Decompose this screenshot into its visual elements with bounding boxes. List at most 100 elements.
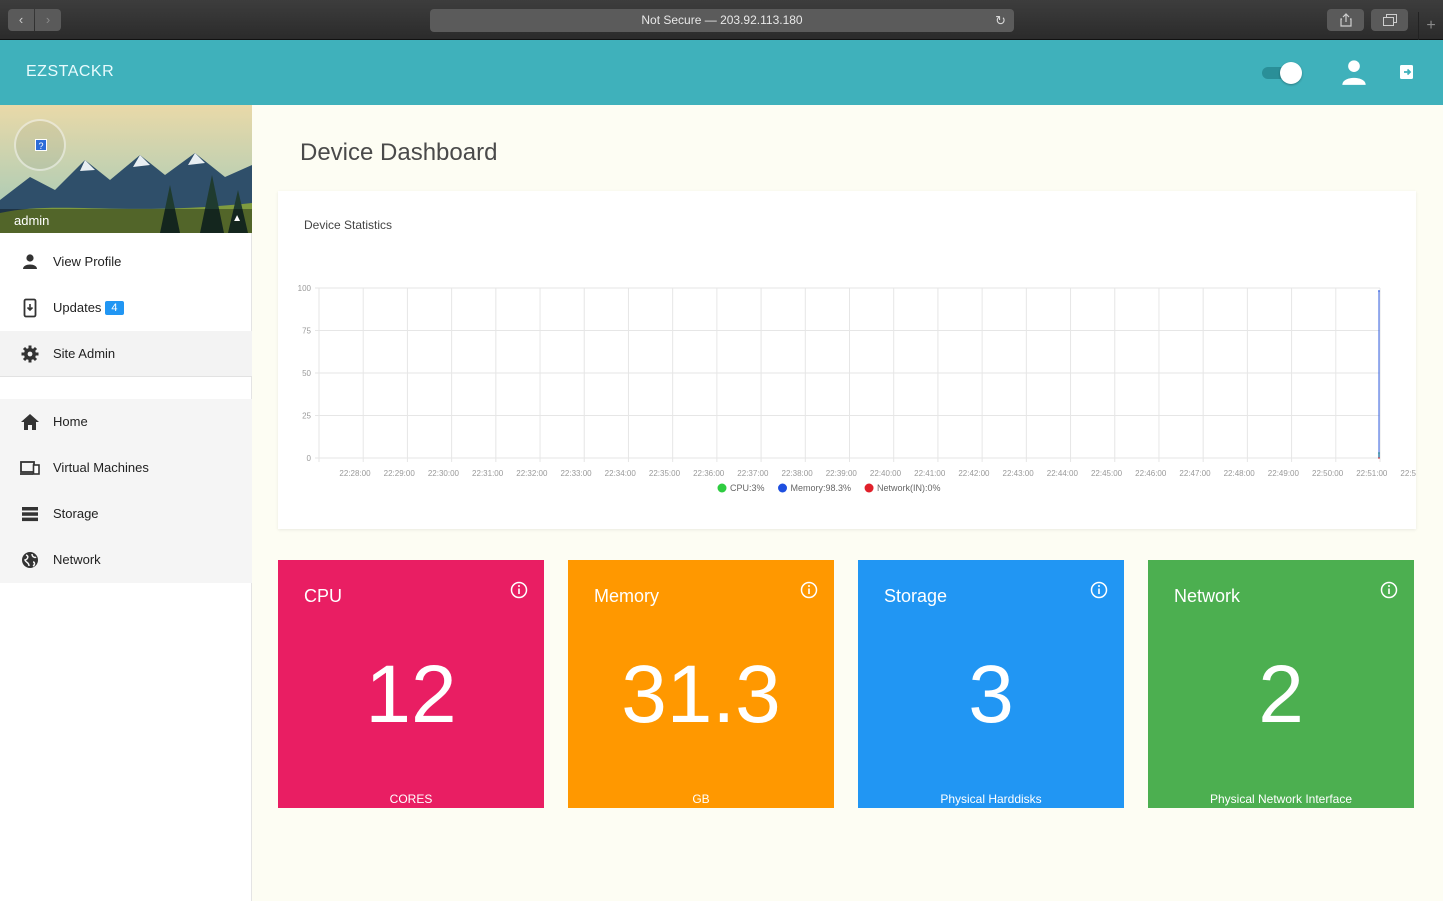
tile-title: CPU xyxy=(304,586,343,606)
data-point xyxy=(1378,457,1380,459)
app-header: EZSTACKR xyxy=(0,40,1443,105)
toggle-knob xyxy=(1280,62,1302,84)
profile-username: admin xyxy=(14,213,50,228)
x-tick-label: 22:47:00 xyxy=(1179,469,1211,478)
phone-update-icon xyxy=(23,298,37,318)
profile-user-bar[interactable]: admin ▲ xyxy=(0,209,252,233)
sidebar-item-label: View Profile xyxy=(53,254,122,269)
avatar[interactable]: ? xyxy=(14,119,66,171)
chart-title: Device Statistics xyxy=(304,218,393,232)
tile-title: Network xyxy=(1174,586,1241,606)
x-tick-label: 22:30:00 xyxy=(428,469,460,478)
legend-marker xyxy=(864,483,874,493)
page-title: Device Dashboard xyxy=(300,139,498,166)
sidebar-item-updates[interactable]: Updates 4 xyxy=(0,285,252,331)
tabs-icon xyxy=(1382,14,1397,26)
x-tick-label: 22:41:00 xyxy=(914,469,946,478)
x-tick-label: 22:50:00 xyxy=(1312,469,1344,478)
x-tick-label: 22:44:00 xyxy=(1047,469,1079,478)
browser-toolbar: ‹ › Not Secure — 203.92.113.180 ↻ + xyxy=(0,0,1443,901)
x-tick-label: 22:52:00 xyxy=(1400,469,1416,478)
url-text: Not Secure — 203.92.113.180 xyxy=(641,13,803,27)
info-icon[interactable] xyxy=(510,581,528,599)
address-bar[interactable]: Not Secure — 203.92.113.180 ↻ xyxy=(430,9,1014,32)
info-icon[interactable] xyxy=(1090,581,1108,599)
x-tick-label: 22:29:00 xyxy=(384,469,416,478)
y-tick-label: 50 xyxy=(302,369,311,378)
forward-button[interactable]: › xyxy=(35,9,61,31)
nav-item-virtual-machines[interactable]: Virtual Machines xyxy=(0,445,252,491)
tile-title: Storage xyxy=(884,586,948,606)
gear-icon xyxy=(21,345,39,363)
x-tick-label: 22:49:00 xyxy=(1268,469,1300,478)
storage-icon xyxy=(22,507,38,522)
tile-value: 31.3 xyxy=(621,649,781,740)
tile-value: 12 xyxy=(365,649,457,740)
tile-unit: CORES xyxy=(389,792,433,806)
nav-item-home[interactable]: Home xyxy=(0,399,252,445)
tile-value: 2 xyxy=(1258,649,1304,740)
nav-item-network[interactable]: Network xyxy=(0,537,252,583)
cpu-tile[interactable]: CPU 12 CORES xyxy=(278,560,544,808)
reload-icon[interactable]: ↻ xyxy=(995,9,1006,32)
nav-item-label: Home xyxy=(53,414,88,429)
x-tick-label: 22:33:00 xyxy=(560,469,592,478)
share-button[interactable] xyxy=(1327,9,1364,31)
logout-icon xyxy=(1400,65,1413,79)
theme-toggle[interactable] xyxy=(1262,62,1304,84)
chevron-right-icon: › xyxy=(45,12,51,27)
person-icon xyxy=(1342,60,1366,85)
sidebar-divider xyxy=(0,376,252,377)
storage-tile[interactable]: Storage 3 Physical Harddisks xyxy=(858,560,1124,808)
home-icon xyxy=(21,414,39,430)
profile-banner: ? admin ▲ xyxy=(0,105,252,233)
sidebar-item-label: Updates 4 xyxy=(53,300,124,315)
x-tick-label: 22:46:00 xyxy=(1135,469,1167,478)
new-tab-button[interactable]: + xyxy=(1418,12,1443,40)
legend-marker xyxy=(778,483,788,493)
y-tick-label: 75 xyxy=(302,327,311,336)
globe-icon xyxy=(22,552,38,568)
x-tick-label: 22:45:00 xyxy=(1091,469,1123,478)
nav-item-label: Storage xyxy=(53,506,99,521)
device-statistics-chart: 0 25 50 75 100 22:28:00 22:29:00 22:30:00 22:31:… xyxy=(298,284,1416,493)
plus-icon: + xyxy=(1426,17,1436,34)
tile-unit: Physical Network Interface xyxy=(1209,792,1353,806)
x-tick-label: 22:43:00 xyxy=(1003,469,1035,478)
user-menu-button[interactable] xyxy=(1340,58,1368,86)
sidebar-item-site-admin[interactable]: Site Admin xyxy=(0,331,252,377)
caret-up-icon: ▲ xyxy=(232,213,242,224)
sidebar-nav: Home Virtual Machines Storage Network xyxy=(0,399,252,583)
device-statistics-card: 0 25 50 75 100 22:28:00 22:29:00 22:30:00 22:31:… xyxy=(278,191,1416,529)
avatar-placeholder-icon: ? xyxy=(35,139,47,151)
legend-label: Network(IN):0% xyxy=(877,483,941,493)
x-tick-label: 22:48:00 xyxy=(1224,469,1256,478)
updates-count-badge: 4 xyxy=(105,301,124,315)
share-icon xyxy=(1339,13,1352,27)
nav-item-label: Network xyxy=(53,552,101,567)
back-button[interactable]: ‹ xyxy=(8,9,34,31)
y-tick-label: 100 xyxy=(298,284,312,293)
memory-tile[interactable]: Memory 31.3 GB xyxy=(568,560,834,808)
x-tick-label: 22:51:00 xyxy=(1356,469,1388,478)
x-tick-label: 22:31:00 xyxy=(472,469,504,478)
info-icon[interactable] xyxy=(800,581,818,599)
tile-unit: Physical Harddisks xyxy=(940,792,1042,806)
info-icon[interactable] xyxy=(1380,581,1398,599)
x-tick-label: 22:38:00 xyxy=(782,469,814,478)
nav-item-storage[interactable]: Storage xyxy=(0,491,252,537)
legend-marker xyxy=(717,483,727,493)
x-tick-label: 22:34:00 xyxy=(605,469,637,478)
brand-logo[interactable]: EZSTACKR xyxy=(26,63,114,81)
x-tick-label: 22:40:00 xyxy=(870,469,902,478)
x-tick-label: 22:32:00 xyxy=(516,469,548,478)
sidebar-item-view-profile[interactable]: View Profile xyxy=(0,239,252,285)
data-point xyxy=(1378,290,1380,292)
logout-button[interactable] xyxy=(1397,62,1417,82)
network-tile[interactable]: Network 2 Physical Network Interface xyxy=(1148,560,1414,808)
tile-title: Memory xyxy=(594,586,660,606)
x-tick-label: 22:42:00 xyxy=(958,469,990,478)
x-tick-label: 22:28:00 xyxy=(339,469,371,478)
tab-overview-button[interactable] xyxy=(1371,9,1408,31)
y-tick-label: 25 xyxy=(302,412,311,421)
